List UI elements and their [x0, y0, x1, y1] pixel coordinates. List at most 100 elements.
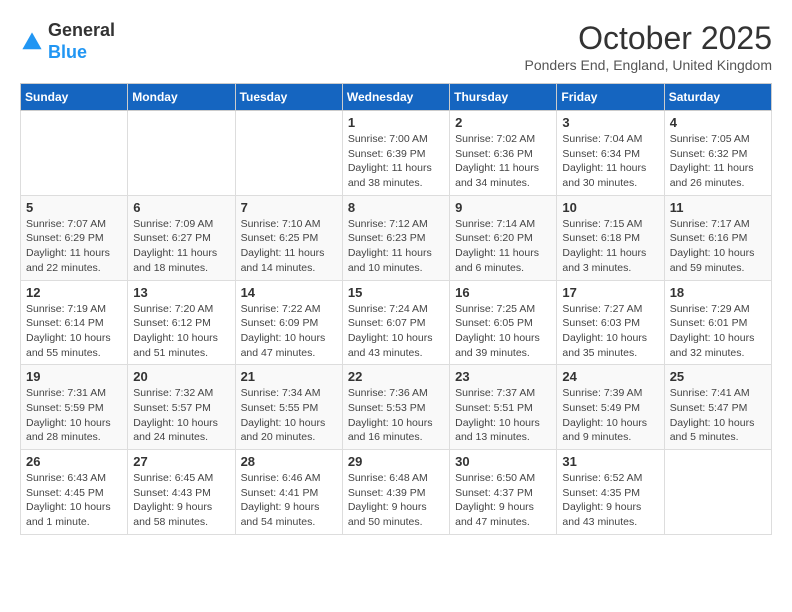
calendar-cell: [128, 111, 235, 196]
day-header-monday: Monday: [128, 84, 235, 111]
calendar-cell: 22Sunrise: 7:36 AM Sunset: 5:53 PM Dayli…: [342, 365, 449, 450]
calendar-cell: 25 Sunrise: 7:41 AM Sunset: 5:47 PM Dayli…: [664, 365, 771, 450]
day-info: Sunrise: 7:00 AM Sunset: 6:39 PM Dayligh…: [348, 132, 444, 191]
day-info: Sunrise: 6:43 AM Sunset: 4:45 PM Dayligh…: [26, 471, 122, 530]
day-info: Sunrise: 7:22 AM Sunset: 6:09 PM Dayligh…: [241, 302, 337, 361]
day-number: 24: [562, 369, 658, 384]
day-header-wednesday: Wednesday: [342, 84, 449, 111]
calendar-cell: 19 Sunrise: 7:31 AM Sunset: 5:59 PM Dayli…: [21, 365, 128, 450]
logo-icon: [20, 30, 44, 54]
day-number: 31: [562, 454, 658, 469]
day-info: Sunrise: 7:25 AM Sunset: 6:05 PM Dayligh…: [455, 302, 551, 361]
day-number: 25: [670, 369, 766, 384]
day-number: 10: [562, 200, 658, 215]
day-info: Sunrise: 7:29 AM Sunset: 6:01 PM Dayligh…: [670, 302, 766, 361]
day-number: 14: [241, 285, 337, 300]
calendar-cell: 18 Sunrise: 7:29 AM Sunset: 6:01 PM Dayli…: [664, 280, 771, 365]
day-info: Sunrise: 7:20 AM Sunset: 6:12 PM Dayligh…: [133, 302, 229, 361]
day-info: Sunrise: 7:32 AM Sunset: 5:57 PM Dayligh…: [133, 386, 229, 445]
day-info: Sunrise: 7:31 AM Sunset: 5:59 PM Dayligh…: [26, 386, 122, 445]
calendar-cell: 2 Sunrise: 7:02 AM Sunset: 6:36 PM Daylig…: [450, 111, 557, 196]
calendar-cell: 21 Sunrise: 7:34 AM Sunset: 5:55 PM Dayli…: [235, 365, 342, 450]
day-number: 28: [241, 454, 337, 469]
day-info: Sunrise: 6:50 AM Sunset: 4:37 PM Dayligh…: [455, 471, 551, 530]
day-number: 23: [455, 369, 551, 384]
day-number: 27: [133, 454, 229, 469]
day-number: 15: [348, 285, 444, 300]
calendar-cell: 27 Sunrise: 6:45 AM Sunset: 4:43 PM Dayli…: [128, 450, 235, 535]
day-info: Sunrise: 7:37 AM Sunset: 5:51 PM Dayligh…: [455, 386, 551, 445]
month-title: October 2025: [525, 20, 773, 57]
day-number: 26: [26, 454, 122, 469]
calendar-cell: 12 Sunrise: 7:19 AM Sunset: 6:14 PM Dayli…: [21, 280, 128, 365]
calendar-cell: 16Sunrise: 7:25 AM Sunset: 6:05 PM Dayli…: [450, 280, 557, 365]
calendar-cell: 1 Sunrise: 7:00 AM Sunset: 6:39 PM Daylig…: [342, 111, 449, 196]
logo: General Blue: [20, 20, 115, 63]
calendar-table: SundayMondayTuesdayWednesdayThursdayFrid…: [20, 83, 772, 535]
calendar-cell: 8 Sunrise: 7:12 AM Sunset: 6:23 PM Daylig…: [342, 195, 449, 280]
calendar-cell: 28 Sunrise: 6:46 AM Sunset: 4:41 PM Dayli…: [235, 450, 342, 535]
day-header-sunday: Sunday: [21, 84, 128, 111]
calendar-cell: 26 Sunrise: 6:43 AM Sunset: 4:45 PM Dayli…: [21, 450, 128, 535]
page-header: General Blue October 2025 Ponders End, E…: [20, 20, 772, 73]
day-number: 22: [348, 369, 444, 384]
day-number: 20: [133, 369, 229, 384]
calendar-cell: 5Sunrise: 7:07 AM Sunset: 6:29 PM Daylig…: [21, 195, 128, 280]
day-info: Sunrise: 6:45 AM Sunset: 4:43 PM Dayligh…: [133, 471, 229, 530]
calendar-cell: 6Sunrise: 7:09 AM Sunset: 6:27 PM Daylig…: [128, 195, 235, 280]
calendar-cell: 30 Sunrise: 6:50 AM Sunset: 4:37 PM Dayli…: [450, 450, 557, 535]
day-info: Sunrise: 7:04 AM Sunset: 6:34 PM Dayligh…: [562, 132, 658, 191]
day-number: 4: [670, 115, 766, 130]
calendar-week-4: 19 Sunrise: 7:31 AM Sunset: 5:59 PM Dayli…: [21, 365, 772, 450]
day-number: 8: [348, 200, 444, 215]
day-info: Sunrise: 7:41 AM Sunset: 5:47 PM Dayligh…: [670, 386, 766, 445]
day-info: Sunrise: 7:07 AM Sunset: 6:29 PM Dayligh…: [26, 217, 122, 276]
calendar-cell: 7 Sunrise: 7:10 AM Sunset: 6:25 PM Daylig…: [235, 195, 342, 280]
day-header-thursday: Thursday: [450, 84, 557, 111]
calendar-cell: 15 Sunrise: 7:24 AM Sunset: 6:07 PM Dayli…: [342, 280, 449, 365]
calendar-cell: 9 Sunrise: 7:14 AM Sunset: 6:20 PM Daylig…: [450, 195, 557, 280]
calendar-cell: 10 Sunrise: 7:15 AM Sunset: 6:18 PM Dayli…: [557, 195, 664, 280]
location-subtitle: Ponders End, England, United Kingdom: [525, 57, 773, 73]
day-info: Sunrise: 7:10 AM Sunset: 6:25 PM Dayligh…: [241, 217, 337, 276]
calendar-cell: 29Sunrise: 6:48 AM Sunset: 4:39 PM Dayli…: [342, 450, 449, 535]
day-number: 7: [241, 200, 337, 215]
calendar-cell: 14 Sunrise: 7:22 AM Sunset: 6:09 PM Dayli…: [235, 280, 342, 365]
calendar-cell: 3 Sunrise: 7:04 AM Sunset: 6:34 PM Daylig…: [557, 111, 664, 196]
calendar-cell: 24 Sunrise: 7:39 AM Sunset: 5:49 PM Dayli…: [557, 365, 664, 450]
logo-general-text: General: [48, 20, 115, 42]
day-info: Sunrise: 7:39 AM Sunset: 5:49 PM Dayligh…: [562, 386, 658, 445]
day-number: 3: [562, 115, 658, 130]
calendar-cell: [664, 450, 771, 535]
day-number: 13: [133, 285, 229, 300]
day-info: Sunrise: 7:27 AM Sunset: 6:03 PM Dayligh…: [562, 302, 658, 361]
logo-blue-text: Blue: [48, 42, 115, 64]
day-number: 12: [26, 285, 122, 300]
calendar-cell: 13 Sunrise: 7:20 AM Sunset: 6:12 PM Dayli…: [128, 280, 235, 365]
day-info: Sunrise: 7:15 AM Sunset: 6:18 PM Dayligh…: [562, 217, 658, 276]
calendar-cell: 17 Sunrise: 7:27 AM Sunset: 6:03 PM Dayli…: [557, 280, 664, 365]
day-number: 30: [455, 454, 551, 469]
day-info: Sunrise: 7:12 AM Sunset: 6:23 PM Dayligh…: [348, 217, 444, 276]
calendar-cell: [235, 111, 342, 196]
day-number: 19: [26, 369, 122, 384]
calendar-cell: [21, 111, 128, 196]
day-number: 21: [241, 369, 337, 384]
day-info: Sunrise: 7:19 AM Sunset: 6:14 PM Dayligh…: [26, 302, 122, 361]
day-info: Sunrise: 7:17 AM Sunset: 6:16 PM Dayligh…: [670, 217, 766, 276]
day-number: 17: [562, 285, 658, 300]
calendar-week-3: 12 Sunrise: 7:19 AM Sunset: 6:14 PM Dayli…: [21, 280, 772, 365]
calendar-cell: 31 Sunrise: 6:52 AM Sunset: 4:35 PM Dayli…: [557, 450, 664, 535]
day-number: 9: [455, 200, 551, 215]
day-info: Sunrise: 7:02 AM Sunset: 6:36 PM Dayligh…: [455, 132, 551, 191]
day-number: 1: [348, 115, 444, 130]
day-info: Sunrise: 7:14 AM Sunset: 6:20 PM Dayligh…: [455, 217, 551, 276]
day-info: Sunrise: 7:34 AM Sunset: 5:55 PM Dayligh…: [241, 386, 337, 445]
day-number: 18: [670, 285, 766, 300]
day-info: Sunrise: 7:24 AM Sunset: 6:07 PM Dayligh…: [348, 302, 444, 361]
day-header-friday: Friday: [557, 84, 664, 111]
day-info: Sunrise: 6:46 AM Sunset: 4:41 PM Dayligh…: [241, 471, 337, 530]
day-info: Sunrise: 6:52 AM Sunset: 4:35 PM Dayligh…: [562, 471, 658, 530]
calendar-cell: 4Sunrise: 7:05 AM Sunset: 6:32 PM Daylig…: [664, 111, 771, 196]
day-number: 2: [455, 115, 551, 130]
